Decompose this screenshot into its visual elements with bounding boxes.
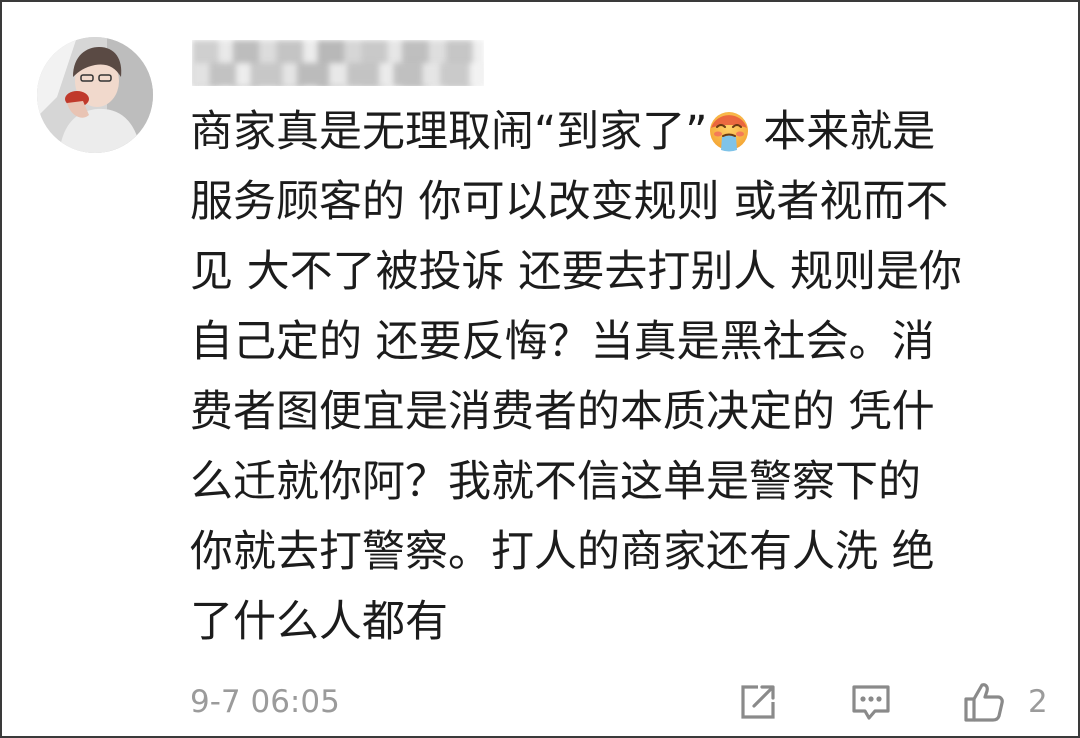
comment-line: 你就去打警察。打人的商家还有人洗 绝 [190,527,935,577]
comment-line-text: 本来就是 [749,107,936,157]
comment-line: 自己定的 还要反悔？当真是黑社会。消 [190,317,935,367]
comment-card: 商家真是无理取闹“到家了” 本来就是 服务顾客的 你可以改变规则 或者视而不 见… [0,0,1080,738]
comment-icon [852,685,890,720]
like-button[interactable] [962,680,1006,724]
username-blurred[interactable] [192,40,484,86]
share-icon [741,685,775,719]
vomit-face-emoji-icon [708,103,750,152]
comment-line: 见 大不了被投诉 还要去打别人 规则是你 [190,247,963,297]
share-button[interactable] [736,680,780,724]
comment-line-text: 商家真是无理取闹“到家了” [190,107,708,157]
comment-line: 商家真是无理取闹“到家了” 本来就是 [190,97,1072,167]
like-count: 2 [1028,684,1048,720]
reply-button[interactable] [849,680,893,724]
comment-text: 商家真是无理取闹“到家了” 本来就是 服务顾客的 你可以改变规则 或者视而不 见… [190,97,1072,657]
thumbs-up-icon [964,683,1004,722]
avatar[interactable] [37,37,153,153]
comment-line: 费者图便宜是消费者的本质决定的 凭什 [190,387,935,437]
username-mosaic-row [192,63,484,86]
comment-line: 了什么人都有 [190,597,448,647]
comment-line: 么迁就你阿？我就不信这单是警察下的 [190,457,921,507]
comment-timestamp: 9-7 06:05 [190,684,340,720]
avatar-photo [37,37,153,153]
comment-line: 服务顾客的 你可以改变规则 或者视而不 [190,177,949,227]
